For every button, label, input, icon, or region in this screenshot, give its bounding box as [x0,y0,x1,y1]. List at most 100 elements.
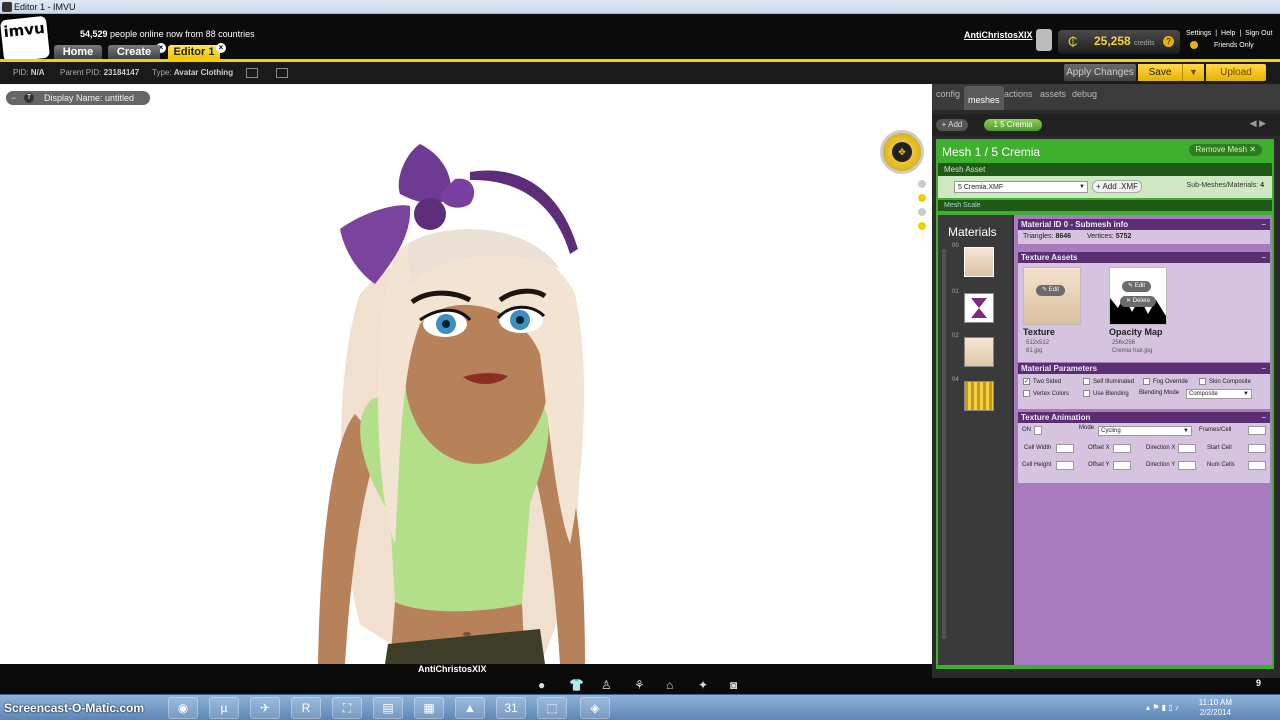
snip-icon[interactable]: ⬚ [537,697,567,719]
close-editor-tab-icon[interactable]: × [216,43,226,53]
strip-nav-arrows-icon[interactable]: ◀ ▶ [1250,118,1266,129]
camera-icon[interactable]: ◙ [730,678,737,692]
texture-thumbnail[interactable] [1023,267,1081,325]
edit-opacity-button[interactable]: ✎ Edit [1122,281,1152,292]
camera-arrows-icon[interactable]: ✥ [892,142,912,162]
blending-mode-select[interactable]: Composite ▼ [1186,389,1252,399]
material-thumb-02[interactable] [964,337,994,367]
collapse-icon[interactable]: − [1261,252,1266,263]
bird-app-icon[interactable]: ✈ [250,697,280,719]
tab-debug[interactable]: debug [1072,89,1097,99]
avatar-render[interactable] [0,84,932,664]
action-icon[interactable]: ⚘ [634,678,645,692]
chrome-icon[interactable]: ◉ [168,697,198,719]
use-blending-checkbox[interactable]: Use Blending [1083,390,1129,397]
collapse-icon[interactable]: − [11,91,16,105]
add-xmf-button[interactable]: + Add .XMF [1092,180,1142,193]
zoom-out-icon[interactable] [918,222,926,230]
chat-bubble-icon[interactable]: ● [538,678,545,692]
skin-composite-checkbox[interactable]: Skin Composite [1199,378,1251,385]
direction-y-input[interactable] [1178,461,1196,470]
material-info-header[interactable]: Material ID 0 - Submesh info − [1018,219,1270,230]
imvu-task-icon[interactable]: ◈ [580,697,610,719]
zoom-slider[interactable] [918,180,926,240]
help-link[interactable]: Help [1221,30,1235,37]
texture-assets-header[interactable]: Texture Assets − [1018,252,1270,263]
utorrent-icon[interactable]: µ [209,697,239,719]
tool-icon[interactable]: ▲ [455,697,485,719]
pid-field: PID: N/A [13,68,45,77]
cell-width-input[interactable] [1056,444,1074,453]
collapse-icon[interactable]: − [1261,412,1266,423]
mesh-chip[interactable]: 1 5 Cremia [984,119,1042,131]
folder-icon[interactable] [276,68,288,78]
materials-scrollbar[interactable] [942,249,946,639]
zoom-step[interactable] [918,208,926,216]
material-thumb-04[interactable] [964,381,994,411]
pose-icon[interactable]: ♙ [601,678,612,692]
upload-button[interactable]: Upload [1206,64,1266,81]
system-clock[interactable]: 11:10 AM 2/2/2014 [1199,698,1232,718]
add-mesh-button[interactable]: + Add [936,119,968,131]
collapse-icon[interactable]: − [1261,219,1266,230]
delete-opacity-button[interactable]: ✕ Delete [1120,296,1157,307]
frames-cell-input[interactable] [1248,426,1266,435]
tab-assets[interactable]: assets [1040,89,1066,99]
anim-on-checkbox[interactable] [1034,426,1042,435]
collapse-icon[interactable]: − [1261,363,1266,374]
credits-info-icon[interactable]: ? [1163,36,1174,47]
anim-mode-select[interactable]: Cycling ▼ [1098,426,1192,436]
calendar-icon[interactable]: 31 [496,697,526,719]
system-tray[interactable]: ▴ ⚑ ▮ ▯ ♪ [1146,703,1179,712]
mesh-scale-header[interactable]: Mesh Scale [938,200,1272,211]
self-illuminated-checkbox[interactable]: Self Illuminated [1083,378,1134,385]
texture-animation-header[interactable]: Texture Animation − [1018,412,1270,423]
credits-display[interactable]: ₵ 25,258 credits ? [1058,30,1180,54]
user-avatar[interactable] [1036,29,1052,51]
material-thumb-01[interactable] [964,293,994,323]
tab-create[interactable]: Create [108,45,160,60]
material-thumb-00[interactable] [964,247,994,277]
r-app-icon[interactable]: R [291,697,321,719]
xmf-select[interactable]: 5 Cremia.XMF ▼ [954,181,1088,193]
presence-selector[interactable]: Friends Only [1190,41,1254,49]
settings-link[interactable]: Settings [1186,30,1211,37]
room-icon[interactable]: ⌂ [666,678,673,692]
shirt-icon[interactable]: 👕 [569,678,584,692]
edit-texture-button[interactable]: ✎ Edit [1036,285,1066,296]
save-button[interactable]: Save [1138,64,1182,81]
cell-height-input[interactable] [1056,461,1074,470]
display-name-badge[interactable]: − T Display Name: untitled [6,91,150,105]
network-icon[interactable]: ⛶ [332,697,362,719]
offset-x-input[interactable] [1113,444,1131,453]
zoom-handle[interactable] [918,194,926,202]
zoom-in-icon[interactable] [918,180,926,188]
tab-home[interactable]: Home [54,45,102,60]
material-params-header[interactable]: Material Parameters − [1018,363,1270,374]
remove-mesh-button[interactable]: Remove Mesh ✕ [1189,144,1262,156]
fog-override-checkbox[interactable]: Fog Override [1143,378,1188,385]
apply-changes-button[interactable]: Apply Changes [1064,64,1136,81]
window-icon[interactable] [246,68,258,78]
save-dropdown-icon[interactable]: ▼ [1182,64,1204,81]
sparkle-icon[interactable]: ✦ [698,678,708,692]
archive-icon[interactable]: ▦ [414,697,444,719]
3d-viewport[interactable]: − T Display Name: untitled ✥ [0,84,932,664]
num-cells-input[interactable] [1248,461,1266,470]
imvu-logo[interactable]: imvu [0,13,53,65]
vertex-colors-checkbox[interactable]: Vertex Colors [1023,390,1069,397]
tab-actions[interactable]: actions [1004,89,1033,99]
tab-meshes[interactable]: meshes [964,86,1004,110]
tab-config[interactable]: config [936,89,960,99]
mesh-asset-header[interactable]: Mesh Asset [938,163,1272,176]
camera-nav-control[interactable]: ✥ [880,130,924,174]
offset-y-input[interactable] [1113,461,1131,470]
two-sided-checkbox[interactable]: ✓ Two Sided [1023,378,1061,385]
direction-x-input[interactable] [1178,444,1196,453]
start-cell-input[interactable] [1248,444,1266,453]
username[interactable]: AntiChristosXIX [964,30,1033,40]
materials-heading: Materials [948,225,997,239]
notes-icon[interactable]: ▤ [373,697,403,719]
sign-out-link[interactable]: Sign Out [1245,30,1272,37]
tab-editor[interactable]: Editor 1 [168,45,220,60]
